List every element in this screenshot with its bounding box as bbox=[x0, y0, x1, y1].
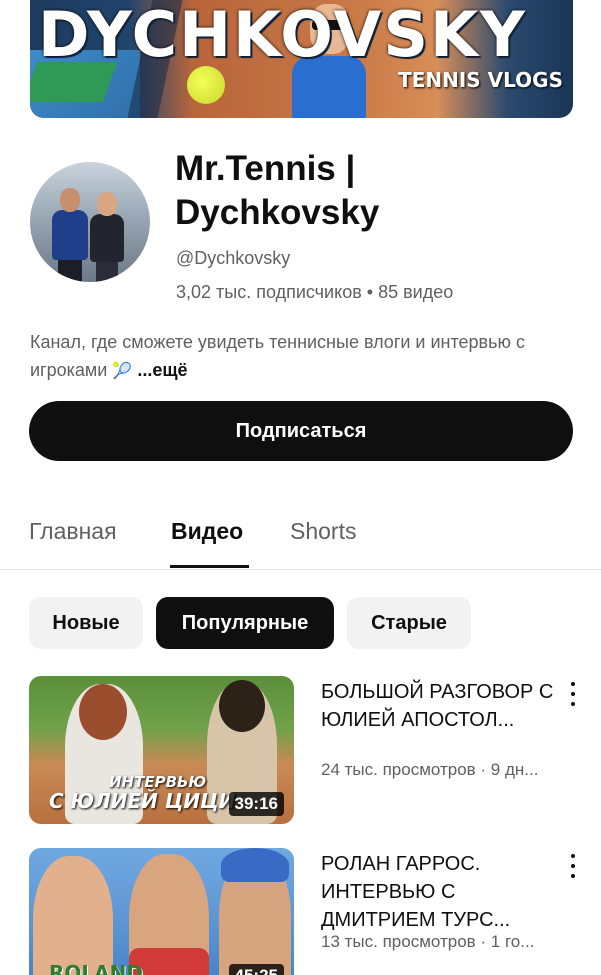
video-duration: 39:16 bbox=[228, 792, 284, 816]
channel-stats: 3,02 тыс. подписчиков • 85 видео bbox=[176, 282, 454, 302]
tab-shorts[interactable]: Shorts bbox=[290, 518, 356, 545]
channel-description[interactable]: Канал, где сможете увидеть теннисные вло… bbox=[30, 328, 550, 386]
channel-tabs: Главная Видео Shorts bbox=[0, 510, 601, 570]
more-options-icon[interactable] bbox=[566, 682, 580, 706]
active-tab-indicator bbox=[170, 565, 249, 568]
tab-home[interactable]: Главная bbox=[29, 518, 117, 545]
banner-title: DYCHKOVSKY bbox=[38, 0, 527, 71]
more-link[interactable]: ...ещё bbox=[137, 360, 187, 380]
channel-name: Mr.Tennis | Dychkovsky bbox=[175, 149, 380, 232]
thumbnail-caption: ROLAND bbox=[49, 961, 143, 975]
more-options-icon[interactable] bbox=[566, 854, 580, 878]
channel-banner: DYCHKOVSKY TENNIS VLOGS bbox=[30, 0, 573, 118]
video-duration: 45:25 bbox=[228, 964, 284, 975]
chip-newest[interactable]: Новые bbox=[29, 597, 143, 649]
chip-oldest[interactable]: Старые bbox=[347, 597, 471, 649]
tab-videos[interactable]: Видео bbox=[171, 518, 243, 545]
video-thumbnail[interactable]: ИНТЕРВЬЮ С ЮЛИЕЙ ЦИЦИ 39:16 bbox=[29, 676, 294, 824]
thumbnail-caption: ИНТЕРВЬЮ С ЮЛИЕЙ ЦИЦИ bbox=[49, 773, 236, 813]
video-meta: 24 тыс. просмотров · 9 дн... bbox=[321, 760, 539, 779]
chip-popular[interactable]: Популярные bbox=[156, 597, 334, 649]
banner-tagline: TENNIS VLOGS bbox=[398, 68, 563, 92]
video-meta: 13 тыс. просмотров · 1 го... bbox=[321, 932, 535, 951]
video-title[interactable]: РОЛАН ГАРРОС. ИНТЕРВЬЮ С ДМИТРИЕМ ТУРС..… bbox=[321, 850, 559, 934]
channel-handle: @Dychkovsky bbox=[176, 248, 291, 268]
subscribe-button[interactable]: Подписаться bbox=[29, 401, 573, 461]
channel-avatar[interactable] bbox=[30, 162, 150, 282]
video-thumbnail[interactable]: ROLAND 45:25 bbox=[29, 848, 294, 975]
tennis-racket-icon: 🎾 bbox=[112, 363, 133, 380]
video-title[interactable]: БОЛЬШОЙ РАЗГОВОР С ЮЛИЕЙ АПОСТОЛ... bbox=[321, 678, 559, 734]
description-text: Канал, где сможете увидеть теннисные вло… bbox=[30, 332, 525, 380]
tennis-ball-icon bbox=[187, 66, 225, 104]
